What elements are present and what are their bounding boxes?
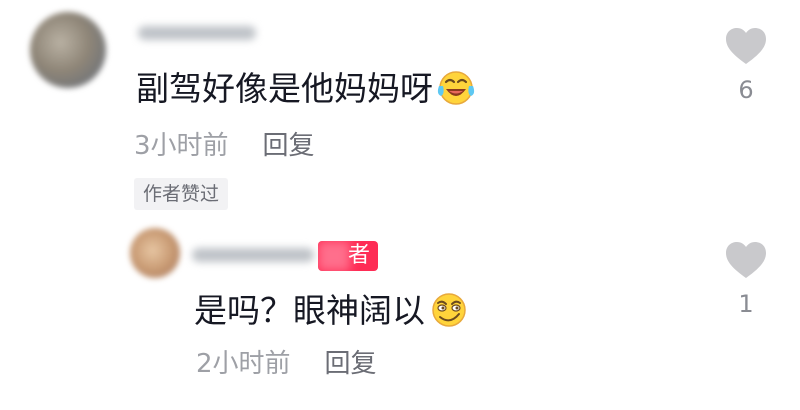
reply-text: 是吗？眼神阔以 [194,290,471,337]
author-tag-text: 者 [348,243,371,268]
laughing-crying-emoji-icon [435,68,477,115]
like-button[interactable]: 6 [716,26,776,104]
comment-text: 副驾好像是他妈妈呀 [136,68,477,115]
reply-username-blurred[interactable] [192,248,314,262]
author-tag-badge: 者 [318,241,379,271]
reply-reply-button[interactable]: 回复 [325,349,377,379]
comment-thread: 副驾好像是他妈妈呀 3小时前 回复 作者赞过 6 者 是吗？眼神阔以 2小时前 … [0,0,800,410]
like-count: 6 [738,76,754,104]
reply-body: 是吗？眼神阔以 [194,291,425,330]
heart-icon[interactable] [724,26,768,66]
reply-like-count: 1 [738,290,754,318]
heart-icon[interactable] [724,240,768,280]
reply-time: 2小时前 [196,349,291,379]
author-liked-badge: 作者赞过 [134,178,229,210]
reply-avatar[interactable] [130,228,180,278]
reply-meta: 2小时前 回复 [196,348,377,380]
comment-meta: 3小时前 回复 [134,130,315,162]
username-blurred[interactable] [138,26,256,40]
comment-body: 副驾好像是他妈妈呀 [136,69,433,108]
reply-button[interactable]: 回复 [263,131,315,161]
comment-time: 3小时前 [134,131,229,161]
avatar[interactable] [30,12,106,88]
smirk-emoji-icon [427,290,471,337]
reply-like-button[interactable]: 1 [716,240,776,318]
